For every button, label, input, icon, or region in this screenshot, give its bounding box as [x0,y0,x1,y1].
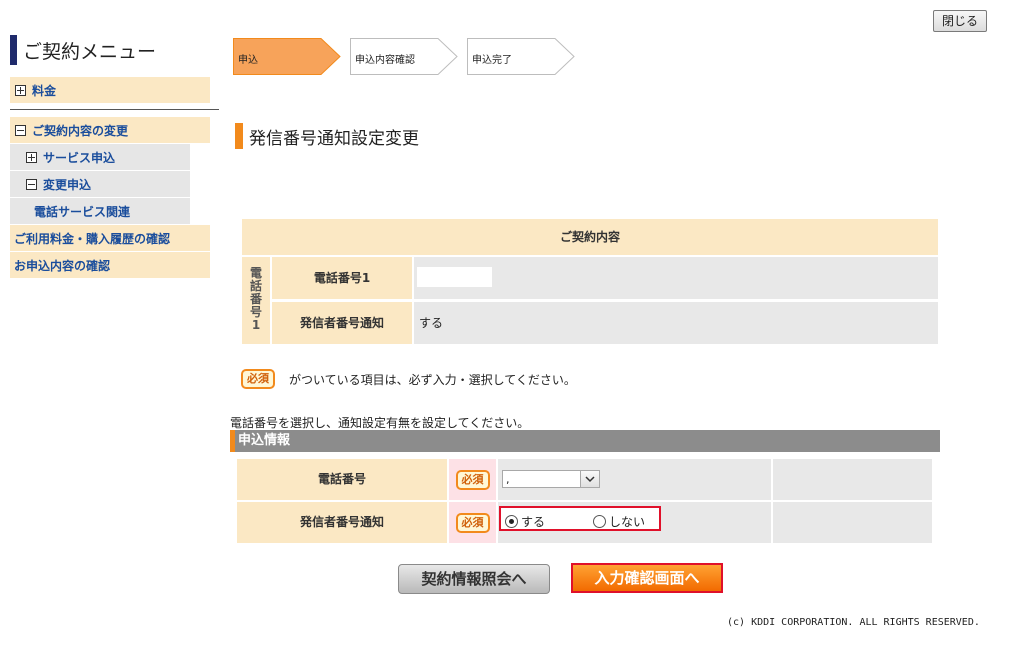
radio-label: する [521,515,546,529]
required-badge: 必須 [241,369,275,389]
group-label-text: 電話番号1 [249,266,262,332]
phone-number-select[interactable]: , [502,470,600,488]
page-title-text: 発信番号通知設定変更 [249,128,419,149]
required-note: 必須 がついている項目は、必ず入力・選択してください。 [241,369,576,389]
step-apply: 申込 [233,38,341,75]
radio-label: しない [609,515,646,529]
sidebar-item-contract-change[interactable]: ご契約内容の変更 [10,117,210,143]
required-badge: 必須 [455,469,490,490]
step-label: 申込内容確認 [355,55,415,66]
collapse-minus-icon[interactable] [15,124,26,136]
step-complete: 申込完了 [467,38,575,75]
sidebar-item-label: ご契約内容の変更 [32,123,129,138]
menu-title: ご契約メニュー [10,35,156,65]
application-header: 申込情報 [230,430,940,452]
collapse-minus-icon[interactable] [26,178,37,190]
row-value-notify: する [414,302,938,344]
notify-radio-group: する しない [499,506,661,531]
step-label: 申込 [238,55,258,66]
required-note-text: がついている項目は、必ず入力・選択してください。 [289,372,576,387]
instruction-text: 電話番号を選択し、通知設定有無を設定してください。 [230,416,530,430]
radio-notify-no[interactable]: しない [593,513,645,530]
expand-plus-icon[interactable] [15,84,26,96]
row-label-notify: 発信者番号通知 [272,302,412,344]
row-value-phone [414,257,938,299]
sidebar-item-service-apply[interactable]: サービス申込 [10,144,190,170]
sidebar-item-fee[interactable]: 料金 [10,77,210,103]
radio-selected-icon[interactable] [505,515,518,528]
notify-extra-cell [773,502,932,543]
sidebar-item-label: 料金 [32,83,57,98]
contract-table: ご契約内容 電話番号1 電話番号1 発信者番号通知 する [242,219,938,344]
expand-plus-icon[interactable] [26,151,37,163]
sidebar-item-label: 変更申込 [43,177,92,192]
menu-title-text: ご契約メニュー [23,40,157,63]
notify-radio-cell: する しない [498,502,771,543]
sidebar-item-usage-history[interactable]: ご利用料金・購入履歴の確認 [10,225,210,251]
phone-required-cell: 必須 [449,459,496,500]
close-button[interactable]: 閉じる [933,10,987,32]
radio-notify-yes[interactable]: する [505,513,545,530]
phone-number-label: 電話番号 [237,459,447,500]
sidebar-item-application-confirm[interactable]: お申込内容の確認 [10,252,210,278]
sidebar-item-label: 電話サービス関連 [34,204,131,219]
notify-label: 発信者番号通知 [237,502,447,543]
phone-value-box [417,267,492,287]
row-label-phone: 電話番号1 [272,257,412,299]
radio-unselected-icon[interactable] [593,515,606,528]
phone-select-cell: , [498,459,771,500]
phone-extra-cell [773,459,932,500]
sidebar-item-label: サービス申込 [43,150,116,165]
required-badge: 必須 [455,512,490,533]
contract-group-label: 電話番号1 [242,257,270,344]
contract-table-header: ご契約内容 [242,219,938,255]
chevron-down-icon[interactable] [580,471,599,487]
sidebar-item-phone-service[interactable]: 電話サービス関連 [10,198,190,224]
sidebar-item-change-apply[interactable]: 変更申込 [10,171,190,197]
sidebar-item-label: お申込内容の確認 [14,258,111,273]
page-title: 発信番号通知設定変更 [235,123,419,149]
contract-inquiry-button[interactable]: 契約情報照会へ [398,564,550,594]
title-bar-decoration [10,35,17,65]
notify-required-cell: 必須 [449,502,496,543]
step-confirm: 申込内容確認 [350,38,458,75]
to-confirmation-button[interactable]: 入力確認画面へ [571,563,723,593]
select-value: , [506,473,510,486]
sidebar-item-label: ご利用料金・購入履歴の確認 [14,231,171,246]
step-label: 申込完了 [472,55,512,66]
sidebar-divider [10,109,219,110]
title-bar-decoration [235,123,243,149]
copyright: (c) KDDI CORPORATION. ALL RIGHTS RESERVE… [727,617,980,628]
